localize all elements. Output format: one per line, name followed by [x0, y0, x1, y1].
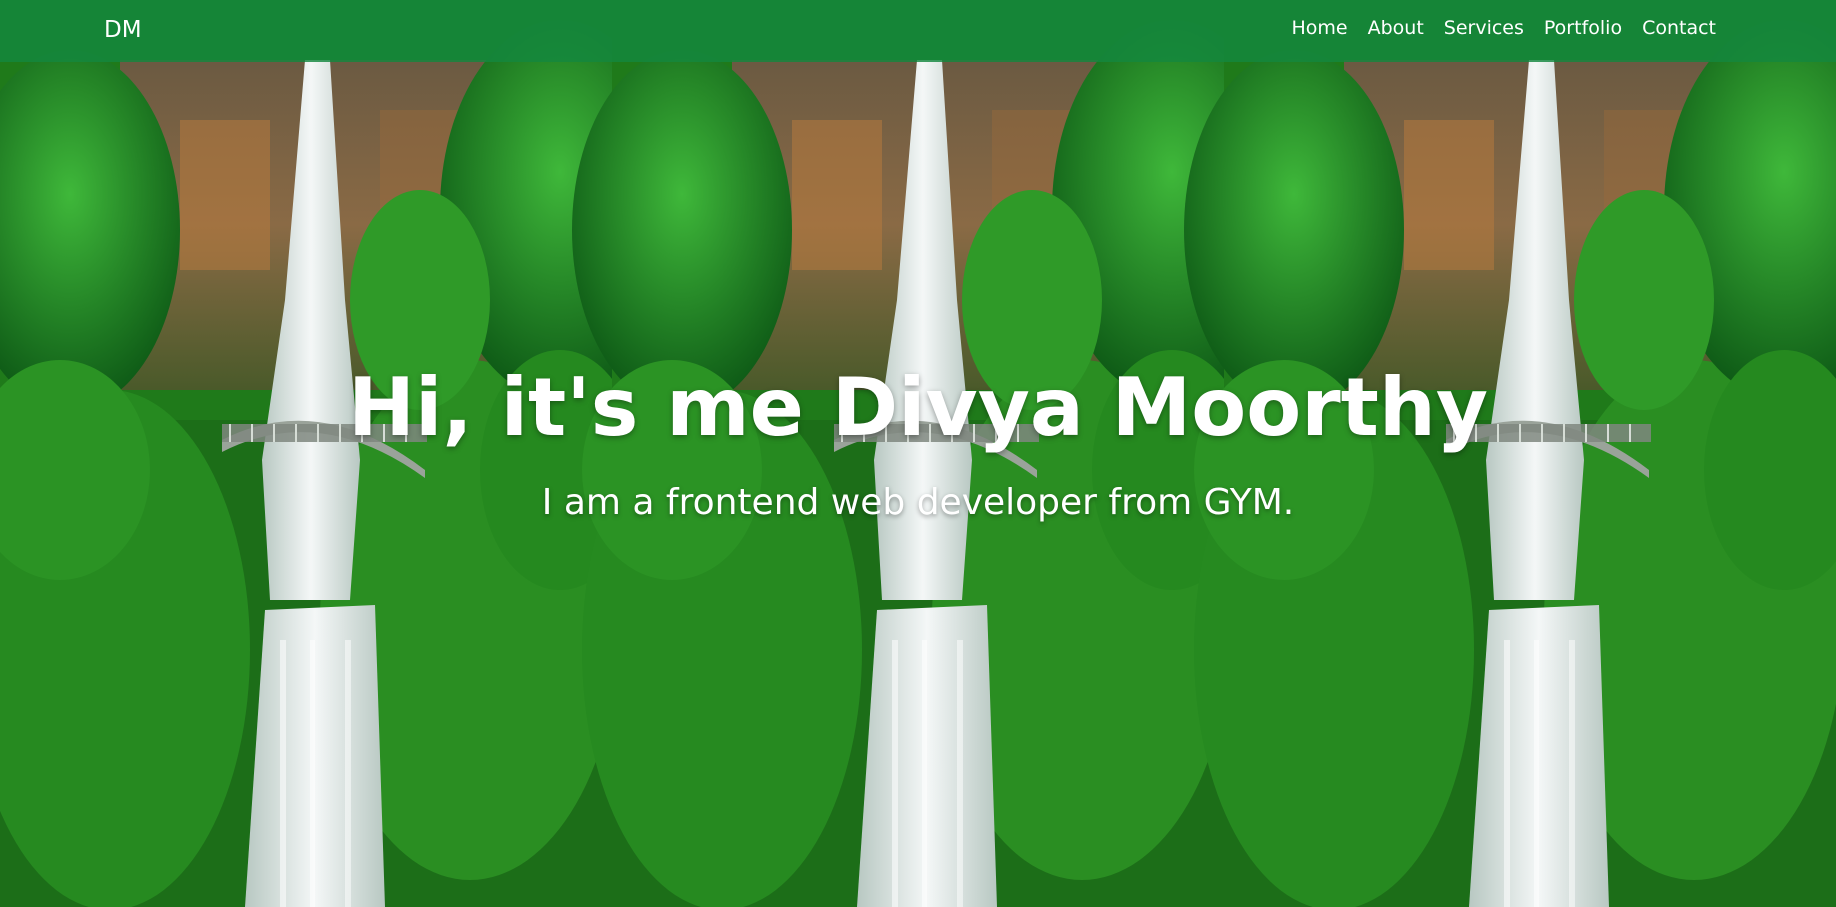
nav-item-contact: Contact — [1642, 16, 1716, 40]
nav-item-about: About — [1368, 16, 1424, 40]
nav-link-portfolio[interactable]: Portfolio — [1544, 16, 1622, 40]
nav-item-portfolio: Portfolio — [1544, 16, 1622, 40]
nav-link-home[interactable]: Home — [1291, 16, 1347, 40]
brand-logo[interactable]: DM — [104, 15, 142, 45]
hero-subtitle: I am a frontend web developer from GYM. — [541, 482, 1295, 523]
hero-title: Hi, it's me Divya Moorthy — [348, 361, 1488, 454]
top-navbar: DM Home About Services Portfolio Contact — [0, 0, 1836, 62]
nav-link-contact[interactable]: Contact — [1642, 16, 1716, 40]
nav-link-services[interactable]: Services — [1444, 16, 1524, 40]
nav-item-services: Services — [1444, 16, 1524, 40]
nav-link-about[interactable]: About — [1368, 16, 1424, 40]
nav-menu: Home About Services Portfolio Contact — [1291, 16, 1716, 40]
nav-item-home: Home — [1291, 16, 1347, 40]
hero-section: DM Home About Services Portfolio Contact… — [0, 0, 1836, 907]
